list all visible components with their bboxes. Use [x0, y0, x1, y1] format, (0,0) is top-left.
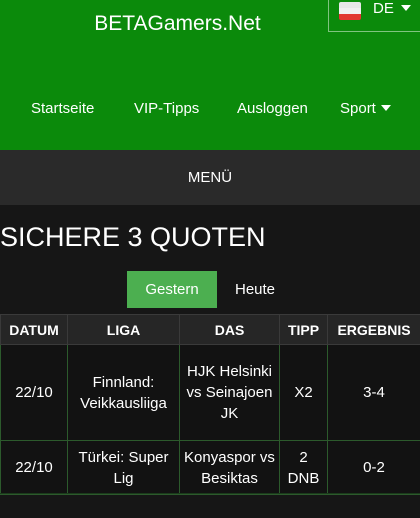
tab-gestern[interactable]: Gestern [127, 271, 217, 308]
column-header-das: DAS [179, 314, 280, 345]
cell-match: HJK Helsinki vs Seinajoen JK [179, 344, 280, 441]
chevron-down-icon [401, 5, 411, 11]
language-label: DE [373, 0, 394, 17]
cell-result: 0-2 [327, 440, 420, 495]
cell-date: 22/10 [0, 440, 68, 495]
nav-ausloggen[interactable]: Ausloggen [237, 100, 308, 117]
table-row: 22/10 Finnland: Veikkausliiga HJK Helsin… [0, 344, 420, 441]
table-header-row: DATUM LIGA DAS TIPP ERGEBNIS [0, 314, 420, 345]
site-brand[interactable]: BETAGamers.Net [0, 12, 355, 36]
page-title: SICHERE 3 QUOTEN [0, 222, 266, 252]
main-nav: Startseite VIP-Tipps Ausloggen Sport [0, 100, 420, 122]
site-header: BETAGamers.Net DE Startseite VIP-Tipps A… [0, 0, 420, 150]
nav-sport[interactable]: Sport [340, 100, 391, 117]
column-header-ergebnis: ERGEBNIS [327, 314, 420, 345]
cell-match: Konyaspor vs Besiktas [179, 440, 280, 495]
nav-startseite[interactable]: Startseite [31, 100, 94, 117]
nav-sport-label: Sport [340, 100, 376, 117]
menu-toggle[interactable]: MENÜ [0, 150, 420, 205]
divider [0, 493, 420, 494]
flag-icon [339, 2, 361, 20]
cell-tip: X2 [279, 344, 328, 441]
cell-league: Türkei: Super Lig [67, 440, 180, 495]
tab-heute[interactable]: Heute [220, 271, 290, 308]
column-header-liga: LIGA [67, 314, 180, 345]
cell-tip: 2 DNB [279, 440, 328, 495]
cell-result: 3-4 [327, 344, 420, 441]
nav-vip-tipps[interactable]: VIP-Tipps [134, 100, 199, 117]
cell-league: Finnland: Veikkausliiga [67, 344, 180, 441]
chevron-down-icon [380, 105, 391, 111]
cell-date: 22/10 [0, 344, 68, 441]
tips-table: DATUM LIGA DAS TIPP ERGEBNIS 22/10 Finnl… [0, 314, 420, 495]
table-row: 22/10 Türkei: Super Lig Konyaspor vs Bes… [0, 440, 420, 495]
column-header-datum: DATUM [0, 314, 68, 345]
column-header-tipp: TIPP [279, 314, 328, 345]
language-selector[interactable]: DE [328, 0, 420, 32]
